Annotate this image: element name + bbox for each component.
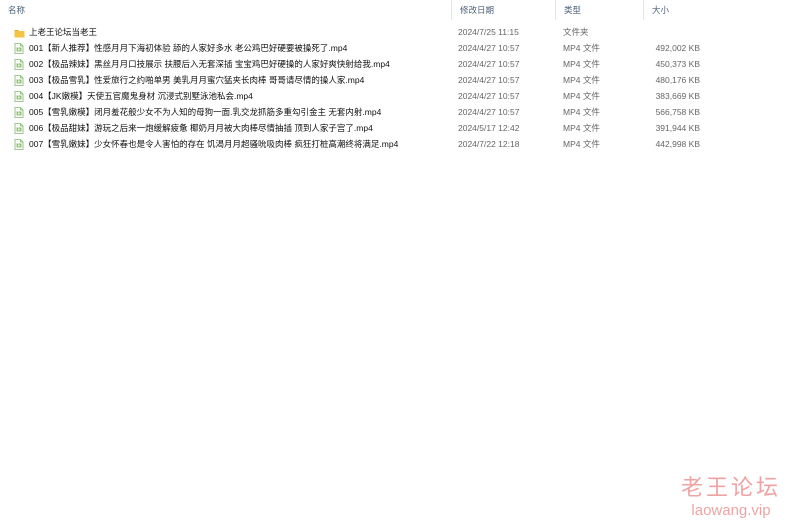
file-type: MP4 文件 (563, 75, 600, 85)
file-size: 442,998 KB (655, 139, 700, 149)
file-modified-date: 2024/4/27 10:57 (458, 75, 520, 85)
list-item[interactable]: 005【雪乳嫩模】闭月羞花般少女不为人知的母狗一面.乳交龙抓筋多重勾引金主 无套… (0, 104, 706, 120)
file-size: 391,944 KB (655, 123, 700, 133)
list-item[interactable]: 003【极品雪乳】性爱旅行之约啪单男 美乳月月蜜穴猛夹长肉棒 哥哥请尽情的操人家… (0, 72, 706, 88)
file-type: MP4 文件 (563, 43, 600, 53)
watermark: 老王论坛 laowang.vip (676, 476, 786, 520)
file-modified-date: 2024/5/17 12:42 (458, 123, 520, 133)
file-type: MP4 文件 (563, 91, 600, 101)
watermark-url: laowang.vip (691, 502, 771, 519)
file-size: 566,758 KB (655, 107, 700, 117)
video-file-icon (14, 139, 24, 150)
folder-icon (14, 27, 25, 38)
list-item[interactable]: 007【雪乳嫩妹】少女怀春也是令人害怕的存在 饥渴月月超骚吮吸肉棒 疯狂打桩高潮… (0, 136, 706, 152)
column-size-header[interactable]: 大小 (644, 0, 706, 20)
column-name-header[interactable]: 名称 (0, 0, 452, 20)
video-file-icon (14, 123, 24, 134)
list-item[interactable]: 004【JK嫩模】天使五官魔鬼身材 沉浸式别墅泳池私会.mp4 2024/4/27… (0, 88, 706, 104)
file-name: 003【极品雪乳】性爱旅行之约啪单男 美乳月月蜜穴猛夹长肉棒 哥哥请尽情的操人家… (29, 75, 365, 85)
file-name: 007【雪乳嫩妹】少女怀春也是令人害怕的存在 饥渴月月超骚吮吸肉棒 疯狂打桩高潮… (29, 139, 399, 149)
video-file-icon (14, 59, 24, 70)
file-modified-date: 2024/4/27 10:57 (458, 59, 520, 69)
file-size: 450,373 KB (655, 59, 700, 69)
file-type: MP4 文件 (563, 107, 600, 117)
column-type-header[interactable]: 类型 (556, 0, 644, 20)
sort-up-icon: ^ (598, 0, 608, 3)
column-header: 名称 修改日期 类型 大小 ^ (0, 0, 706, 20)
list-item[interactable]: 上老王论坛当老王 2024/7/25 11:15 文件夹 (0, 24, 706, 40)
file-modified-date: 2024/7/22 12:18 (458, 139, 520, 149)
video-file-icon (14, 91, 24, 102)
file-modified-date: 2024/7/25 11:15 (458, 27, 519, 37)
video-file-icon (14, 75, 24, 86)
file-name: 005【雪乳嫩模】闭月羞花般少女不为人知的母狗一面.乳交龙抓筋多重勾引金主 无套… (29, 107, 382, 117)
file-type: 文件夹 (563, 27, 589, 37)
list-item[interactable]: 001【新人推荐】性感月月下海初体验 舔的人家好多水 老公鸡巴好硬要被操死了.m… (0, 40, 706, 56)
file-modified-date: 2024/4/27 10:57 (458, 107, 520, 117)
file-type: MP4 文件 (563, 123, 600, 133)
file-type: MP4 文件 (563, 59, 600, 69)
file-modified-date: 2024/4/27 10:57 (458, 43, 520, 53)
file-modified-date: 2024/4/27 10:57 (458, 91, 520, 101)
list-item[interactable]: 006【极品甜妹】游玩之后来一炮缓解疲惫 椰奶月月被大肉棒尽情抽插 顶到人家子宫… (0, 120, 706, 136)
column-date-header[interactable]: 修改日期 (452, 0, 556, 20)
file-name: 004【JK嫩模】天使五官魔鬼身材 沉浸式别墅泳池私会.mp4 (29, 91, 253, 101)
file-size: 492,002 KB (655, 43, 700, 53)
file-name: 002【极品辣妹】黑丝月月口技展示 扶腰后入无套深插 宝宝鸡巴好硬操的人家好爽快… (29, 59, 390, 69)
list-item[interactable]: 002【极品辣妹】黑丝月月口技展示 扶腰后入无套深插 宝宝鸡巴好硬操的人家好爽快… (0, 56, 706, 72)
file-name: 006【极品甜妹】游玩之后来一炮缓解疲惫 椰奶月月被大肉棒尽情抽插 顶到人家子宫… (29, 123, 373, 133)
file-name: 001【新人推荐】性感月月下海初体验 舔的人家好多水 老公鸡巴好硬要被操死了.m… (29, 43, 348, 53)
file-name: 上老王论坛当老王 (29, 27, 98, 37)
file-size: 480,176 KB (655, 75, 700, 85)
watermark-title: 老王论坛 (680, 476, 781, 501)
video-file-icon (14, 43, 24, 54)
file-type: MP4 文件 (563, 139, 600, 149)
file-size: 383,669 KB (655, 91, 700, 101)
video-file-icon (14, 107, 24, 118)
